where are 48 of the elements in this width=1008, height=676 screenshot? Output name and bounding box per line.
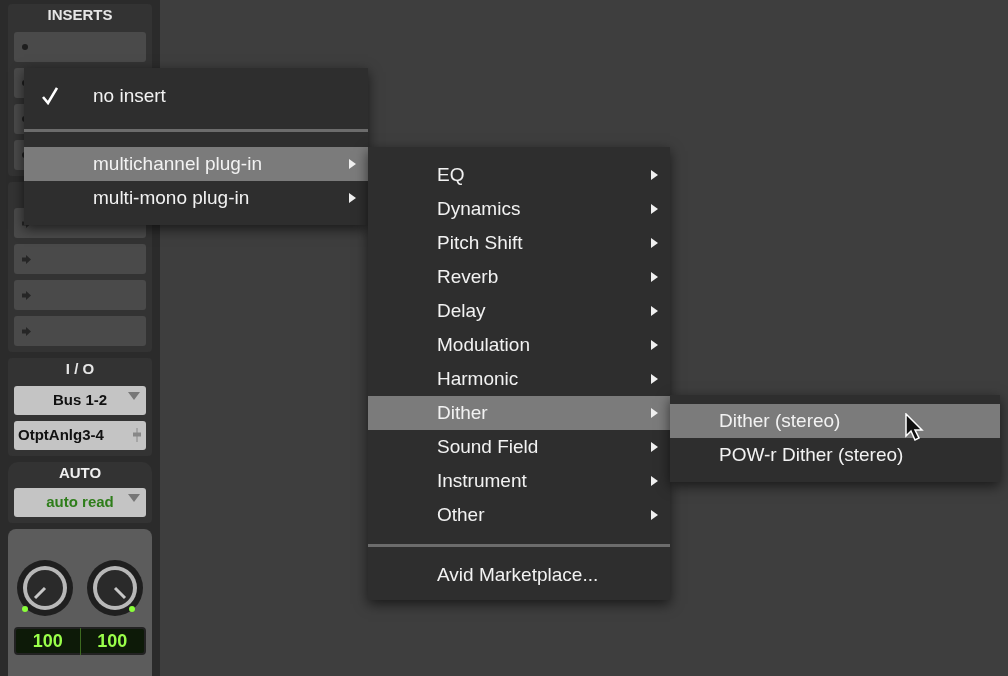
section-title: I / O: [64, 359, 96, 379]
caret-icon: [651, 476, 658, 486]
checkmark-icon: [42, 87, 58, 105]
caret-icon: [651, 170, 658, 180]
mouse-pointer-icon: [905, 413, 927, 443]
menu-item[interactable]: Instrument: [368, 464, 670, 498]
menu-item[interactable]: Harmonic: [368, 362, 670, 396]
caret-icon: [128, 392, 140, 400]
insert-slot[interactable]: [14, 244, 146, 274]
menu-item[interactable]: Sound Field: [368, 430, 670, 464]
readout-value: 100: [96, 629, 129, 653]
menu-item[interactable]: no insert: [24, 79, 368, 113]
caret-icon: [651, 408, 658, 418]
readout-value: 100: [16, 627, 81, 655]
caret-icon: [651, 238, 658, 248]
caret-icon: [651, 510, 658, 520]
menu-item[interactable]: Delay: [368, 294, 670, 328]
menu-item[interactable]: Dither (stereo): [670, 404, 1000, 438]
menu-item[interactable]: POW-r Dither (stereo): [670, 438, 1000, 472]
menu-item[interactable]: EQ: [368, 158, 670, 192]
caret-icon: [349, 159, 356, 169]
menu-item[interactable]: Dither: [368, 396, 670, 430]
section-title: INSERTS: [46, 5, 114, 25]
caret-icon: [651, 374, 658, 384]
menu-item[interactable]: multichannel plug-in: [24, 147, 368, 181]
caret-icon: [651, 306, 658, 316]
insert-slot[interactable]: [14, 316, 146, 346]
pan-knob[interactable]: [16, 559, 74, 617]
output-selector[interactable]: OtptAnlg3-4: [14, 421, 146, 450]
input-selector[interactable]: Bus 1-2: [14, 386, 146, 415]
menu-item[interactable]: Dynamics: [368, 192, 670, 226]
menu-item[interactable]: multi-mono plug-in: [24, 181, 368, 215]
caret-icon: [349, 193, 356, 203]
menu-item[interactable]: Other: [368, 498, 670, 532]
menu-item[interactable]: Avid Marketplace...: [368, 558, 670, 592]
caret-icon: [651, 272, 658, 282]
menu-item[interactable]: Reverb: [368, 260, 670, 294]
menu-item[interactable]: Pitch Shift: [368, 226, 670, 260]
section-title: AUTO: [57, 463, 103, 483]
insert-slot[interactable]: [14, 280, 146, 310]
menu-item[interactable]: Modulation: [368, 328, 670, 362]
caret-icon: [128, 494, 140, 502]
fader-icon: [133, 428, 141, 442]
insert-slot[interactable]: [14, 32, 146, 62]
caret-icon: [651, 340, 658, 350]
caret-icon: [651, 204, 658, 214]
caret-icon: [651, 442, 658, 452]
pan-knob[interactable]: [86, 559, 144, 617]
